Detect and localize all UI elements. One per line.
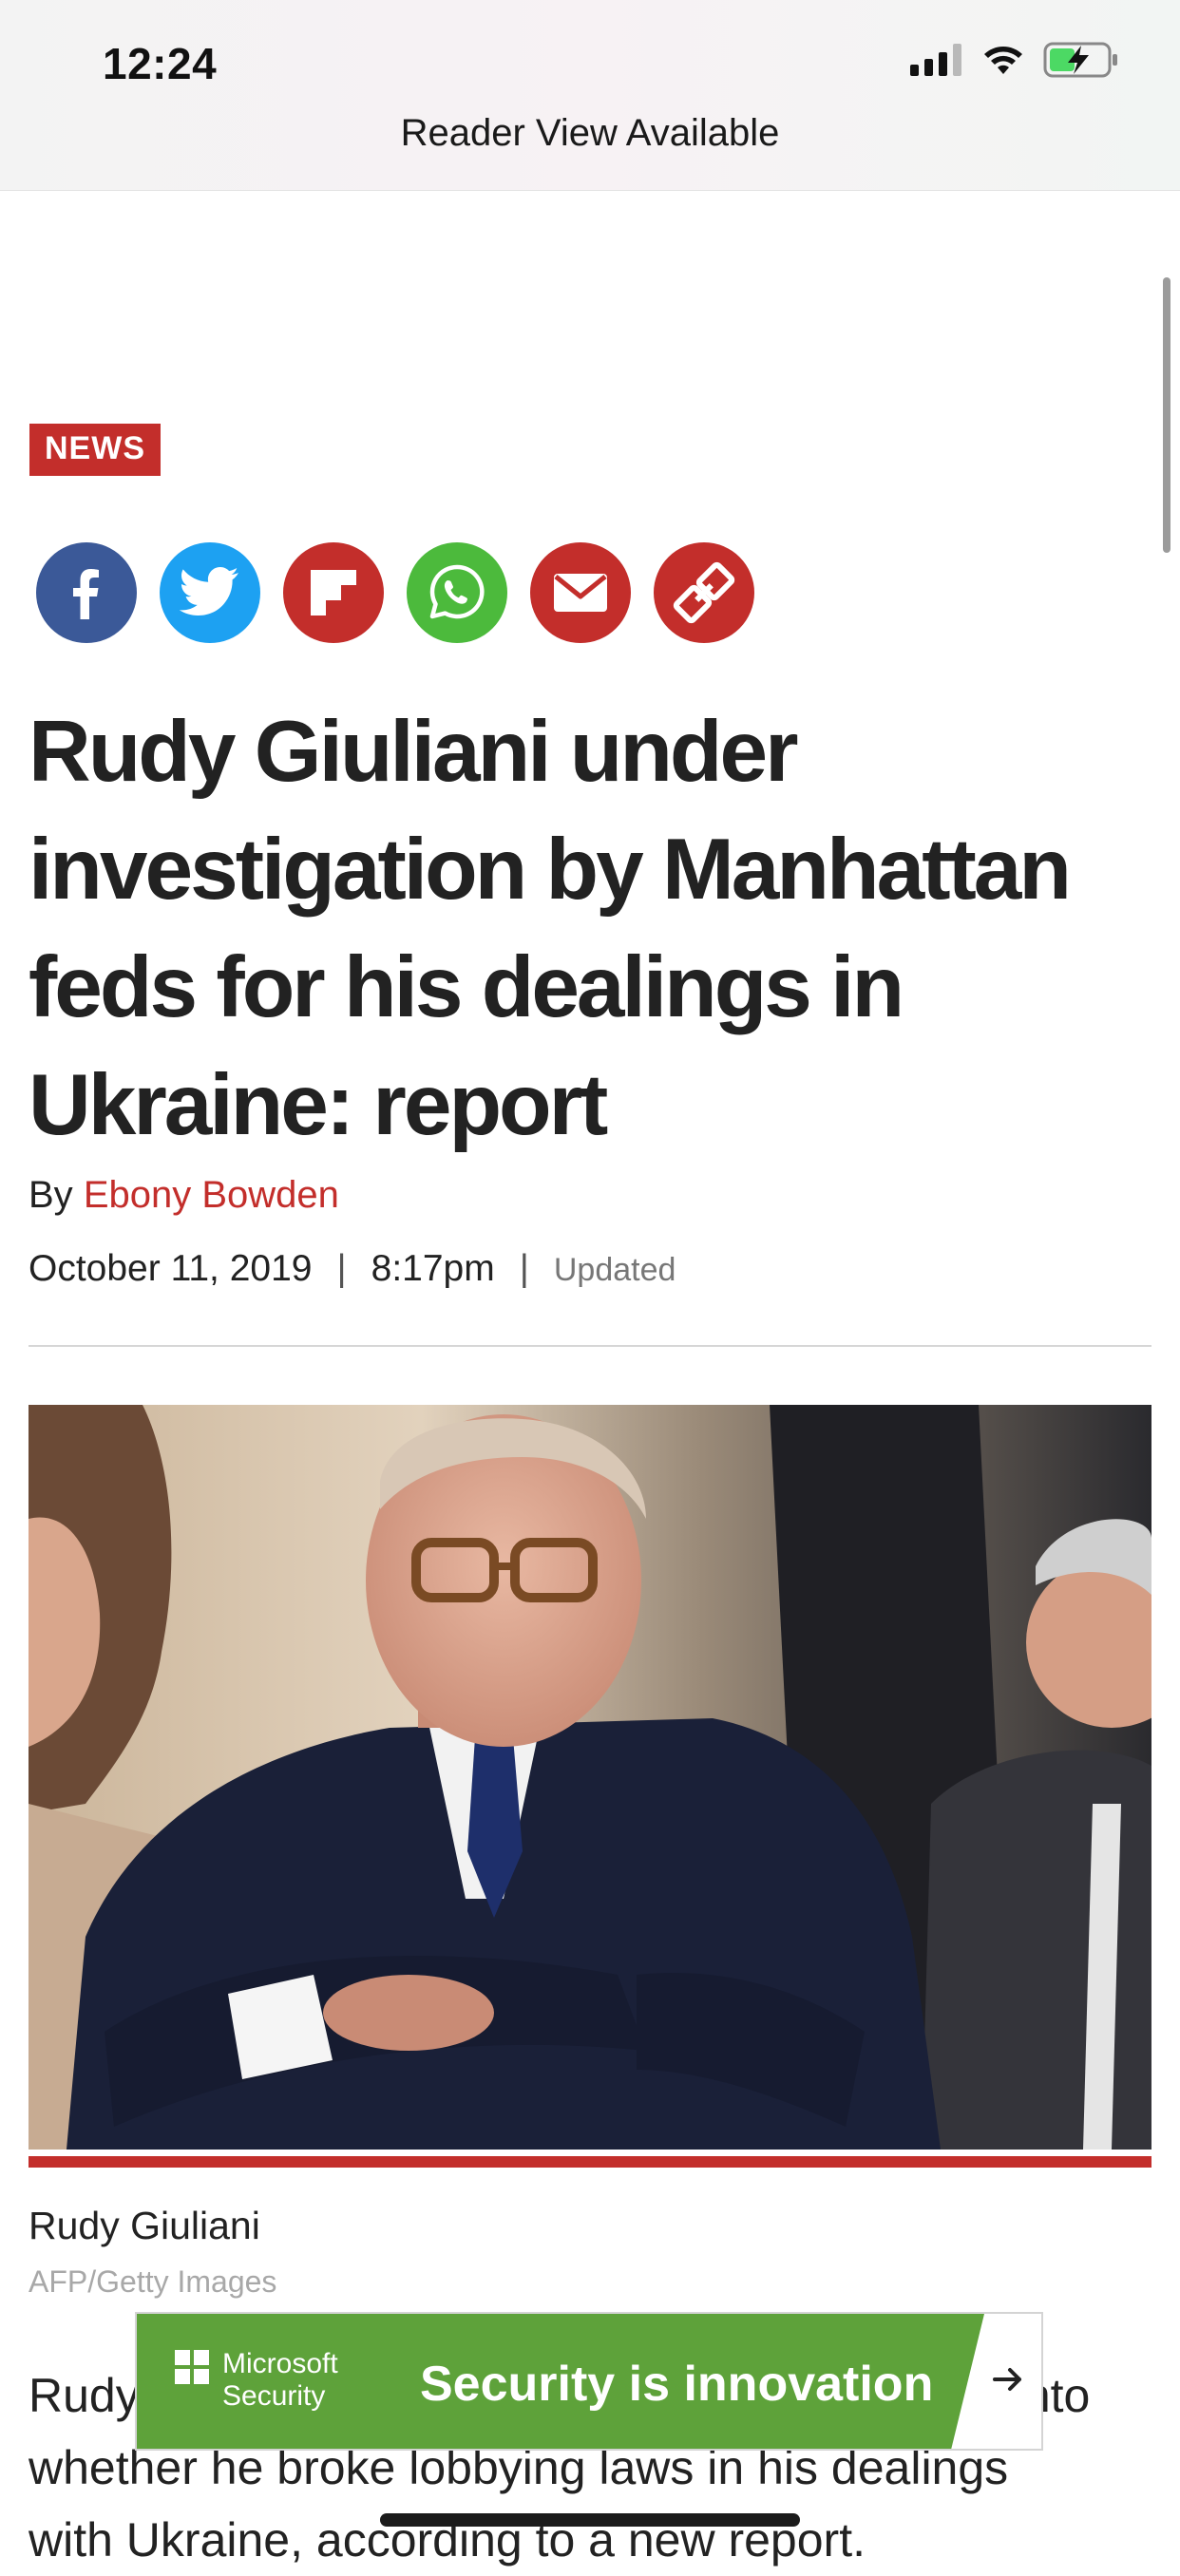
time-separator: | [519, 1248, 529, 1289]
share-twitter-button[interactable] [160, 542, 260, 643]
reader-view-available[interactable]: Reader View Available [0, 112, 1180, 155]
link-icon [673, 561, 735, 624]
microsoft-security-ad[interactable]: Microsoft Security Security is innovatio… [135, 2312, 1043, 2451]
share-email-button[interactable] [530, 542, 631, 643]
home-indicator[interactable] [380, 2513, 800, 2527]
ad-brand-line1: Microsoft [222, 2348, 338, 2379]
share-flipboard-button[interactable] [283, 542, 384, 643]
author-link[interactable]: Ebony Bowden [84, 1174, 339, 1216]
status-time: 12:24 [103, 39, 218, 88]
publish-time: 8:17pm [371, 1248, 495, 1289]
publish-date: October 11, 2019 [29, 1248, 313, 1289]
body-line1-start: Rudy [29, 2369, 140, 2422]
whatsapp-icon [429, 564, 485, 619]
scroll-indicator[interactable] [1163, 277, 1170, 553]
photo-credit: AFP/Getty Images [29, 2264, 277, 2299]
article-headline: Rudy Giuliani under investigation by Man… [29, 704, 1072, 1153]
ad-headline: Security is innovation [420, 2357, 934, 2412]
photo-illustration [29, 1405, 1151, 2150]
updated-label: Updated [553, 1252, 676, 1288]
dateline: October 11, 2019 | 8:17pm | Updated [29, 1248, 676, 1290]
byline-prefix: By [29, 1174, 73, 1216]
ad-brand: Microsoft Security [222, 2348, 338, 2413]
byline: By Ebony Bowden [29, 1174, 339, 1217]
flipboard-icon [311, 570, 356, 616]
share-buttons [36, 542, 754, 643]
battery-charging-icon [1043, 42, 1117, 78]
article-photo[interactable] [29, 1405, 1151, 2150]
arrow-right-icon[interactable] [984, 2356, 1032, 2403]
status-bar: 12:24 Reader View Available [0, 0, 1180, 191]
news-category-badge[interactable]: NEWS [29, 424, 161, 476]
header-divider [29, 1345, 1151, 1347]
photo-accent-rule [29, 2156, 1151, 2168]
share-facebook-button[interactable] [36, 542, 137, 643]
photo-caption: Rudy Giuliani [29, 2204, 260, 2247]
microsoft-logo-icon [175, 2350, 209, 2384]
wifi-icon [984, 47, 1022, 74]
cellular-signal-icon [910, 44, 961, 76]
date-separator: | [336, 1248, 347, 1289]
email-icon [554, 574, 607, 612]
facebook-icon [73, 569, 99, 619]
ad-brand-line2: Security [222, 2380, 326, 2412]
twitter-icon [180, 567, 238, 616]
status-icons [910, 42, 1119, 78]
share-whatsapp-button[interactable] [407, 542, 507, 643]
copy-link-button[interactable] [654, 542, 754, 643]
